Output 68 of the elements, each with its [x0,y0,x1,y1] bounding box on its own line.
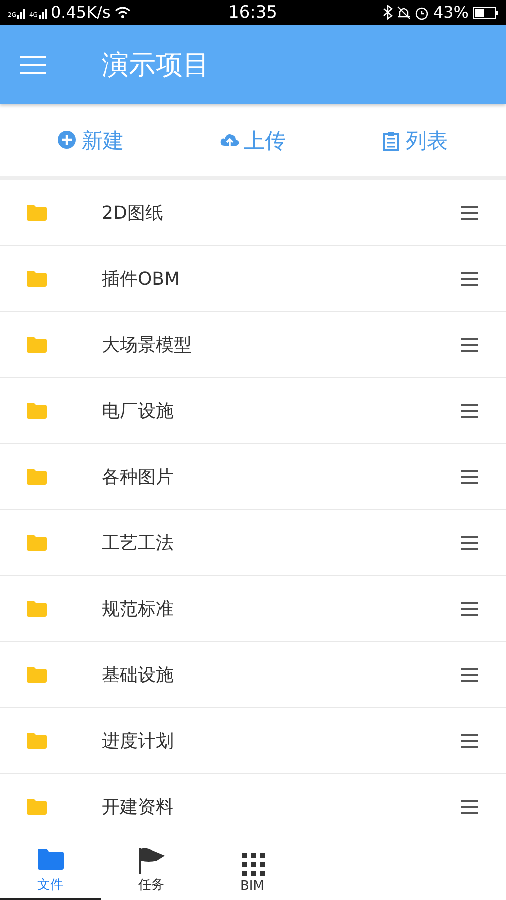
folder-name: 大场景模型 [102,334,193,356]
folder-row[interactable]: 进度计划 [0,708,506,774]
folder-name: 插件OBM [102,268,182,290]
clipboard-icon [382,131,402,151]
menu-icon [461,668,478,682]
folder-name: 电厂设施 [102,400,175,422]
nav-tab[interactable]: 文件 [0,834,101,900]
folder-row[interactable]: 插件OBM [0,246,506,312]
menu-icon [461,602,478,616]
folder-icon [27,798,47,814]
battery-level: 43% [433,3,469,22]
menu-icon [461,404,478,418]
folder-icon [27,336,47,352]
folder-name: 工艺工法 [102,532,175,554]
folder-row[interactable]: 基础设施 [0,642,506,708]
alarm-icon [415,6,430,20]
menu-icon [461,272,478,286]
menu-icon [461,338,478,352]
folder-row[interactable]: 2D图纸 [0,180,506,246]
nav-tab[interactable]: 任务 [101,834,202,900]
signal-icon [38,6,47,18]
menu-icon [20,54,46,76]
nav-tab[interactable]: BIM [202,834,303,900]
folder-row[interactable]: 各种图片 [0,444,506,510]
more-button[interactable] [459,270,480,288]
folder-row[interactable]: 电厂设施 [0,378,506,444]
more-button[interactable] [459,402,480,420]
folder-icon [27,534,47,550]
bluetooth-icon [383,5,394,20]
folder-name: 规范标准 [102,598,175,620]
folder-icon [27,666,47,682]
network-speed: 0.45K/s [50,3,111,22]
more-button[interactable] [459,666,480,684]
more-button[interactable] [459,204,480,222]
more-button[interactable] [459,468,480,486]
battery-icon [473,6,498,18]
plus-circle-icon [58,131,78,151]
flag-icon [138,848,164,874]
folder-name: 基础设施 [102,664,175,686]
menu-icon [461,206,478,220]
folder-icon [27,732,47,748]
grid-icon [240,851,266,877]
page-title: 演示项目 [102,48,210,82]
folder-row[interactable]: 规范标准 [0,576,506,642]
muted-bell-icon [397,6,412,20]
folder-icon [27,600,47,616]
more-button[interactable] [459,798,480,816]
menu-icon [461,536,478,550]
menu-icon [461,470,478,484]
folder-name: 开建资料 [102,796,175,818]
folder-icon [27,402,47,418]
menu-icon [461,800,478,814]
wifi-icon [114,6,131,19]
folder-name: 进度计划 [102,730,175,752]
clock: 16:35 [228,2,278,22]
more-button[interactable] [459,600,480,618]
folder-name: 2D图纸 [102,202,164,224]
folder-icon [27,270,47,286]
folder-icon [27,468,47,484]
more-button[interactable] [459,732,480,750]
folder-row[interactable]: 工艺工法 [0,510,506,576]
folder-name: 各种图片 [102,466,175,488]
more-button[interactable] [459,534,480,552]
more-button[interactable] [459,336,480,354]
folder-icon [27,204,47,220]
folder-row[interactable]: 大场景模型 [0,312,506,378]
menu-icon [461,734,478,748]
signal-icon [17,6,26,18]
